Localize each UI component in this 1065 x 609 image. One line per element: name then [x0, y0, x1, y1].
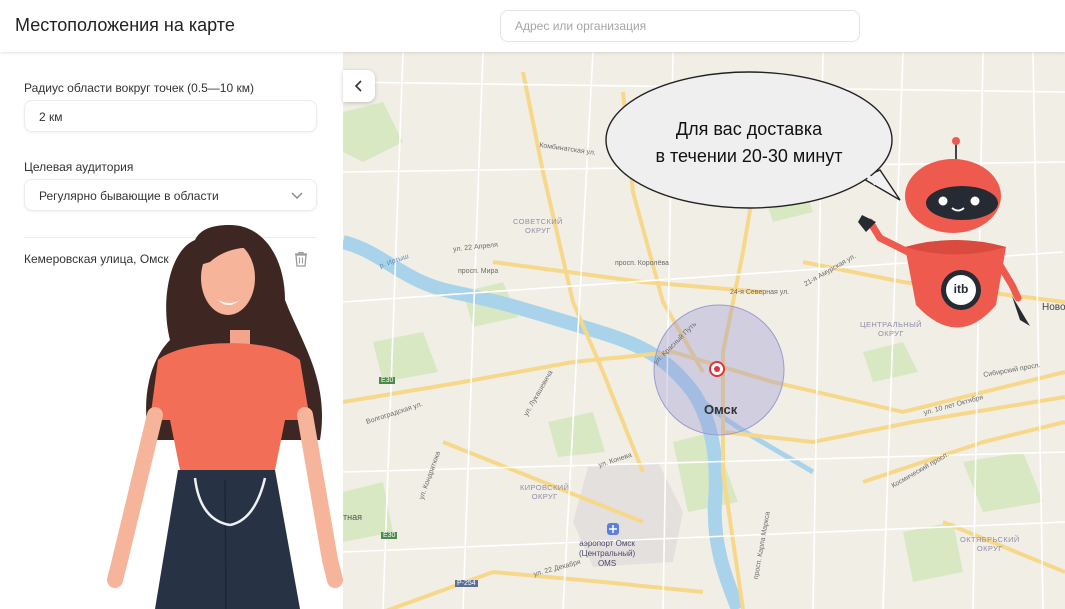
radius-value: 2 км [39, 110, 63, 124]
airport-label: аэропорт Омск (Центральный) OMS [579, 539, 636, 568]
chevron-down-icon [291, 192, 303, 199]
radius-label: Радиус области вокруг точек (0.5—10 км) [24, 81, 254, 95]
settings-panel: Радиус области вокруг точек (0.5—10 км) … [0, 52, 343, 609]
audience-label: Целевая аудитория [24, 160, 134, 174]
road-badge: E30 [381, 532, 398, 539]
radius-input[interactable]: 2 км [24, 100, 317, 132]
street-label: тная [343, 512, 362, 522]
street-label: просп. Мира [458, 268, 499, 275]
street-label: 24-я Северная ул. [730, 289, 790, 296]
road-badge: E30 [379, 377, 396, 384]
page-title: Местоположения на карте [15, 15, 235, 35]
trash-icon[interactable] [293, 250, 309, 268]
district-oktyabrsky: ОКТЯБРЬСКИЙ ОКРУГ [960, 535, 1020, 553]
address-search-input[interactable] [501, 11, 859, 41]
speech-bubble-line: в течении 20-30 минут [655, 146, 843, 166]
district-central: ЦЕНТРАЛЬНЫЙ ОКРУГ [860, 320, 922, 338]
address-search[interactable] [500, 10, 860, 42]
audience-select[interactable]: Регулярно бывающие в области [24, 179, 317, 211]
header-bar: Местоположения на карте [0, 0, 1065, 52]
divider [24, 237, 317, 238]
road-badge: Р-254 [455, 580, 478, 587]
city-label: Омск [704, 402, 738, 417]
district-kirovsky: КИРОВСКИЙ ОКРУГ [520, 483, 570, 501]
audience-value: Регулярно бывающие в области [39, 189, 219, 203]
district-sovetsky: СОВЕТСКИЙ ОКРУГ [513, 217, 563, 235]
robot-badge: itb [953, 282, 969, 296]
speech-bubble-line: Для вас доставка [675, 119, 823, 139]
street-label: просп. Королёва [615, 260, 669, 267]
street-label: Ново [1042, 302, 1065, 313]
collapse-panel-button[interactable] [343, 70, 375, 102]
speech-bubble-text: Для вас доставка в течении 20-30 минут [618, 116, 880, 170]
chevron-left-icon [354, 80, 362, 92]
location-item: Кемеровская улица, Омск [24, 252, 169, 266]
